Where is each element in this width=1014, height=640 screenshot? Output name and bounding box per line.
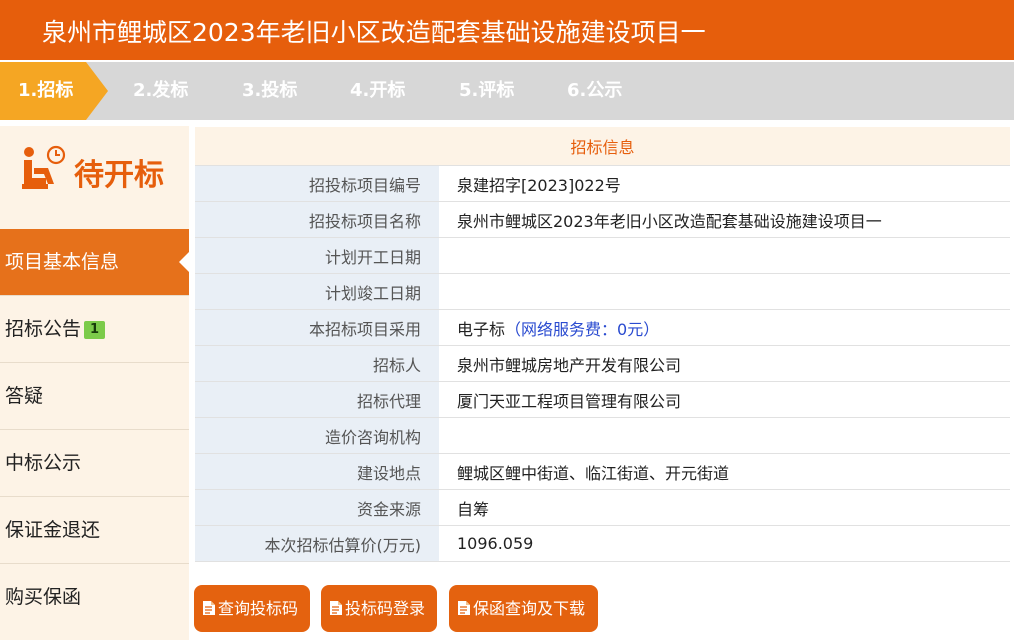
table-caption-row: 招标信息 bbox=[195, 127, 1010, 166]
status-box: 待开标 bbox=[0, 126, 189, 214]
row-value: 自筹 bbox=[439, 489, 1010, 526]
table-row: 招投标项目编号 泉建招字[2023]022号 bbox=[195, 165, 1010, 202]
row-label: 计划竣工日期 bbox=[195, 273, 439, 310]
row-label: 本招标项目采用 bbox=[195, 309, 439, 346]
row-value: 电子标 bbox=[457, 319, 506, 339]
tender-info-table: 招标信息 招投标项目编号 泉建招字[2023]022号 招投标项目名称 泉州市鲤… bbox=[195, 127, 1010, 562]
document-edit-icon bbox=[330, 601, 342, 615]
step-2-issuing[interactable]: 2.发标 bbox=[133, 62, 188, 120]
guarantee-query-download-button[interactable]: 保函查询及下载 bbox=[449, 585, 598, 632]
row-label: 本次招标估算价(万元) bbox=[195, 525, 439, 562]
sidebar-item-label: 答疑 bbox=[5, 385, 44, 407]
row-value: 泉州市鲤城区2023年老旧小区改造配套基础设施建设项目一 bbox=[439, 201, 1010, 238]
row-label: 招标代理 bbox=[195, 381, 439, 418]
query-bid-code-button[interactable]: 查询投标码 bbox=[194, 585, 310, 632]
table-caption: 招标信息 bbox=[195, 127, 1010, 166]
sidebar-item-label: 招标公告 bbox=[5, 318, 82, 340]
step-3-bidding[interactable]: 3.投标 bbox=[242, 62, 297, 120]
row-label: 招标人 bbox=[195, 345, 439, 382]
table-row: 资金来源 自筹 bbox=[195, 489, 1010, 526]
row-label: 计划开工日期 bbox=[195, 237, 439, 274]
table-row: 招标代理 厦门天亚工程项目管理有限公司 bbox=[195, 381, 1010, 418]
step-5-evaluation[interactable]: 5.评标 bbox=[459, 62, 514, 120]
sidebar-item-award-notice[interactable]: 中标公示 bbox=[0, 429, 189, 495]
service-fee-note: （网络服务费：0元） bbox=[505, 319, 660, 339]
sidebar-item-basic-info[interactable]: 项目基本信息 bbox=[0, 229, 189, 295]
sidebar-item-deposit-refund[interactable]: 保证金退还 bbox=[0, 496, 189, 562]
document-edit-icon bbox=[458, 601, 470, 615]
sidebar-item-label: 项目基本信息 bbox=[5, 251, 120, 273]
row-label: 建设地点 bbox=[195, 453, 439, 490]
step-4-opening[interactable]: 4.开标 bbox=[350, 62, 405, 120]
row-value: 泉建招字[2023]022号 bbox=[439, 165, 1010, 202]
sidebar-item-announcement[interactable]: 招标公告 1 bbox=[0, 295, 189, 361]
page-title: 泉州市鲤城区2023年老旧小区改造配套基础设施建设项目一 bbox=[42, 18, 706, 47]
table-row: 招标人 泉州市鲤城房地产开发有限公司 bbox=[195, 345, 1010, 382]
table-row: 本招标项目采用 电子标（网络服务费：0元） bbox=[195, 309, 1010, 346]
sidebar-item-label: 购买保函 bbox=[5, 586, 82, 608]
sidebar-item-qa[interactable]: 答疑 bbox=[0, 362, 189, 428]
table-row: 招投标项目名称 泉州市鲤城区2023年老旧小区改造配套基础设施建设项目一 bbox=[195, 201, 1010, 238]
row-value: 1096.059 bbox=[439, 525, 1010, 562]
table-row: 造价咨询机构 bbox=[195, 417, 1010, 454]
table-row: 计划开工日期 bbox=[195, 237, 1010, 274]
progress-steps: 1.招标 2.发标 3.投标 4.开标 5.评标 6.公示 bbox=[0, 62, 1014, 120]
row-value: 厦门天亚工程项目管理有限公司 bbox=[439, 381, 1010, 418]
step-6-publicity[interactable]: 6.公示 bbox=[567, 62, 622, 120]
button-label: 投标码登录 bbox=[345, 599, 426, 618]
header-bar: 泉州市鲤城区2023年老旧小区改造配套基础设施建设项目一 bbox=[0, 0, 1014, 60]
status-label: 待开标 bbox=[74, 158, 164, 193]
table-row: 本次招标估算价(万元) 1096.059 bbox=[195, 525, 1010, 562]
row-label: 招投标项目名称 bbox=[195, 201, 439, 238]
button-label: 保函查询及下载 bbox=[473, 599, 586, 618]
sidebar: 待开标 项目基本信息 招标公告 1 答疑 中标公示 保证金退还 购买保函 bbox=[0, 126, 189, 640]
row-value: 鲤城区鲤中街道、临江街道、开元街道 bbox=[439, 453, 1010, 490]
table-row: 建设地点 鲤城区鲤中街道、临江街道、开元街道 bbox=[195, 453, 1010, 490]
row-label: 造价咨询机构 bbox=[195, 417, 439, 454]
row-value bbox=[439, 417, 1010, 454]
row-value: 泉州市鲤城房地产开发有限公司 bbox=[439, 345, 1010, 382]
row-value-group: 电子标（网络服务费：0元） bbox=[439, 309, 1010, 346]
sidebar-item-buy-guarantee[interactable]: 购买保函 bbox=[0, 563, 189, 629]
row-value bbox=[439, 273, 1010, 310]
step-1-tendering[interactable]: 1.招标 bbox=[0, 62, 108, 120]
sidebar-item-label: 保证金退还 bbox=[5, 519, 101, 541]
bid-code-login-button[interactable]: 投标码登录 bbox=[321, 585, 437, 632]
document-edit-icon bbox=[203, 601, 215, 615]
sidebar-item-label: 中标公示 bbox=[5, 452, 82, 474]
table-row: 计划竣工日期 bbox=[195, 273, 1010, 310]
row-label: 招投标项目编号 bbox=[195, 165, 439, 202]
row-value bbox=[439, 237, 1010, 274]
waiting-person-icon bbox=[22, 145, 66, 189]
button-label: 查询投标码 bbox=[218, 599, 299, 618]
count-badge: 1 bbox=[84, 320, 106, 339]
row-label: 资金来源 bbox=[195, 489, 439, 526]
